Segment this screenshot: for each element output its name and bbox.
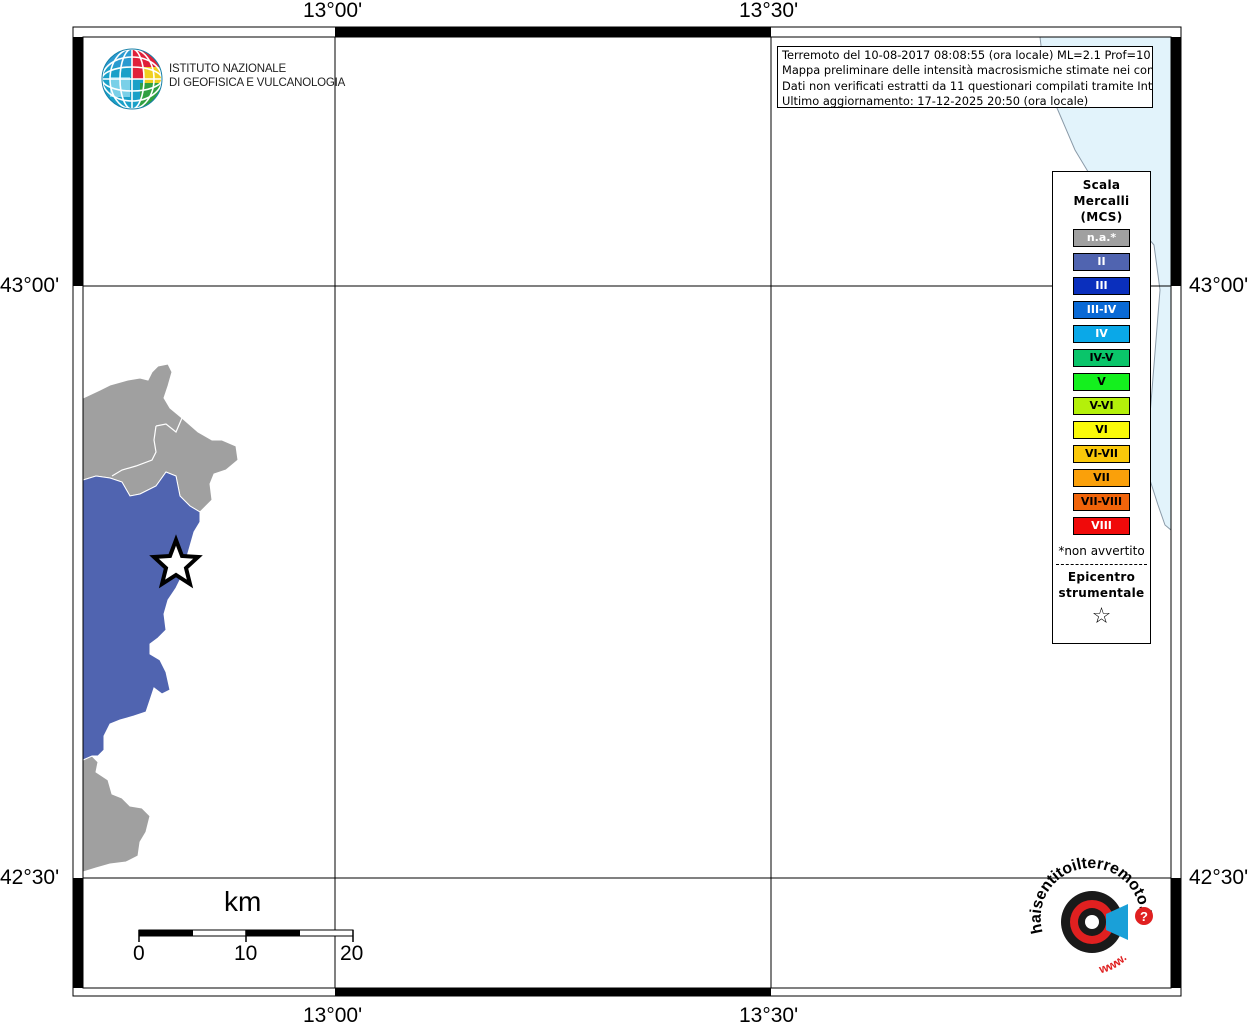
right-latitude-label-1: 43°00'	[1189, 274, 1249, 297]
legend-title-line-3: (MCS)	[1080, 210, 1123, 224]
legend-item-ii: II	[1073, 253, 1130, 271]
legend-item-iii-iv: III-IV	[1073, 301, 1130, 319]
right-latitude-label-2: 42°30'	[1189, 866, 1249, 889]
map-frame	[72, 26, 1182, 997]
mcs-legend: Scala Mercalli (MCS) n.a.* II III III-IV IV I…	[1052, 171, 1151, 644]
legend-item-viii: VIII	[1073, 517, 1130, 535]
ingv-logo-text: ISTITUTO NAZIONALE DI GEOFISICA E VULCAN…	[169, 62, 345, 90]
ingv-logo: ISTITUTO NAZIONALE DI GEOFISICA E VULCAN…	[100, 47, 345, 111]
municipality-not-available-south	[82, 755, 151, 873]
top-longitude-label-2: 13°30'	[739, 0, 799, 22]
top-longitude-label-1: 13°00'	[303, 0, 363, 22]
left-latitude-label-2: 42°30'	[0, 866, 60, 889]
legend-item-vi-vii: VI-VII	[1073, 445, 1130, 463]
legend-item-vii: VII	[1073, 469, 1130, 487]
legend-item-vii-viii: VII-VIII	[1073, 493, 1130, 511]
legend-item-v: V	[1073, 373, 1130, 391]
ingv-logo-line-1: ISTITUTO NAZIONALE	[169, 63, 286, 75]
legend-title-line-2: Mercalli	[1073, 194, 1130, 208]
legend-star-icon: ☆	[1091, 604, 1112, 629]
bottom-longitude-label-2: 13°30'	[739, 1004, 799, 1027]
scale-bar-label-0: 0	[133, 942, 145, 965]
ingv-logo-line-2: DI GEOFISICA E VULCANOLOGIA	[169, 77, 346, 89]
event-info-line-3: Dati non verificati estratti da 11 quest…	[782, 78, 1153, 93]
event-info-box: Terremoto del 10-08-2017 08:08:55 (ora l…	[777, 46, 1153, 108]
haisentito-logo: haisentitoilterremoto.it www. ?	[1028, 856, 1154, 977]
legend-divider	[1056, 564, 1147, 565]
scale-bar-unit: km	[224, 886, 262, 917]
legend-item-iv: IV	[1073, 325, 1130, 343]
scale-bar-label-20: 20	[340, 942, 364, 965]
legend-note: *non avvertito	[1058, 544, 1145, 558]
legend-title: Scala Mercalli (MCS)	[1053, 177, 1150, 225]
event-info-line-4: Ultimo aggiornamento: 17-12-2025 20:50 (…	[782, 94, 1089, 108]
bottom-longitude-label-1: 13°00'	[303, 1004, 363, 1027]
haisentito-www-text: www.	[1096, 951, 1129, 977]
legend-item-n-a: n.a.*	[1073, 229, 1130, 247]
legend-epicenter-label: Epicentro strumentale	[1053, 569, 1150, 601]
legend-item-v-vi: V-VI	[1073, 397, 1130, 415]
event-info-line-1: Terremoto del 10-08-2017 08:08:55 (ora l…	[782, 48, 1153, 62]
haisentito-center	[1085, 915, 1099, 929]
scale-bar	[138, 929, 354, 942]
scale-bar-label-10: 10	[234, 942, 258, 965]
legend-item-iv-v: IV-V	[1073, 349, 1130, 367]
left-latitude-label-1: 43°00'	[0, 274, 60, 297]
graticule	[83, 37, 1171, 988]
ingv-globe-icon	[101, 48, 163, 110]
legend-epicenter-line-1: Epicentro	[1067, 570, 1136, 584]
legend-items: n.a.* II III III-IV IV IV-V V V-VI VI VI-VII VII VI…	[1053, 229, 1150, 535]
legend-title-line-1: Scala	[1082, 178, 1121, 192]
event-info-line-2: Mappa preliminare delle intensità macros…	[782, 63, 1153, 78]
haisentito-question-mark: ?	[1140, 909, 1148, 924]
legend-item-iii: III	[1073, 277, 1130, 295]
legend-epicenter-line-2: strumentale	[1058, 586, 1145, 600]
municipality-intensity-II	[82, 471, 201, 761]
legend-item-vi: VI	[1073, 421, 1130, 439]
